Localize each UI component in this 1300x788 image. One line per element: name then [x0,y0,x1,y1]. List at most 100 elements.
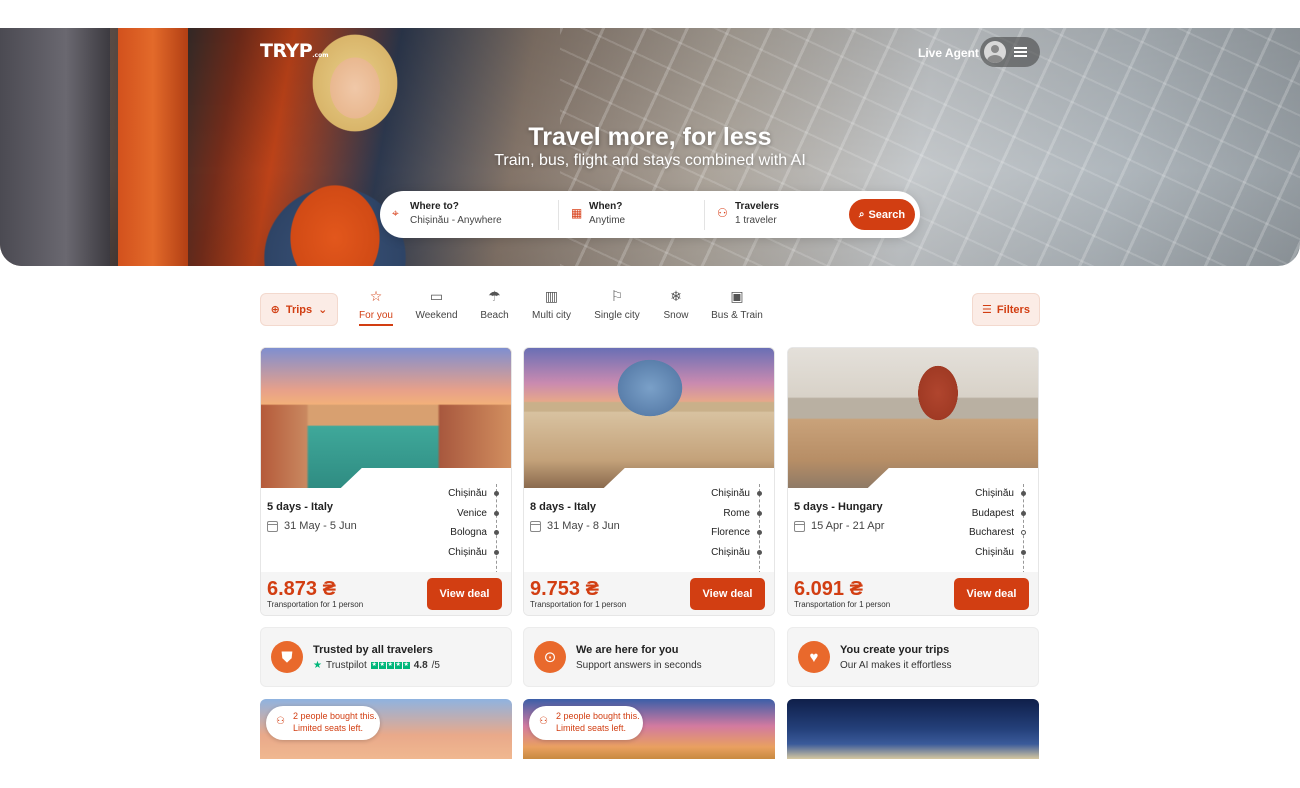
badge-line-1: 2 people bought this. [293,711,377,721]
stop-label: Rome [723,507,750,519]
tab-label: Snow [663,310,689,321]
route-stops: Chișinău Budapest Bucharest Chișinău [926,484,1026,562]
badge-icon: ⛊ [271,641,303,673]
when-value: Anytime [589,215,626,226]
view-deal-button[interactable]: View deal [690,578,765,610]
budapest-photo [788,348,1038,488]
price-note: Transportation for 1 person [794,600,891,609]
stop-dot [494,491,499,496]
deal-card[interactable]: 5 days - Italy 31 May - 5 Jun Chișinău V… [260,347,512,616]
globe-icon: ⊕ [270,304,280,316]
deal-card[interactable]: 8 days - Italy 31 May - 8 Jun Chișinău R… [523,347,775,616]
where-field[interactable]: ⌖ Where to? Chișinău - Anywhere [392,201,552,229]
view-deal-button[interactable]: View deal [427,578,502,610]
live-agent-link[interactable]: Live Agent [918,46,979,60]
tab-label: Beach [480,310,509,321]
price: 6.873 ₴ [267,578,336,600]
filters-button[interactable]: ☰ Filters [972,293,1040,326]
stop-dot [1021,549,1026,555]
route-stop: Chișinău [399,543,499,563]
trip-dates: 31 May - 8 Jun [530,520,620,532]
tab-for-you[interactable]: ☆ For you [359,287,393,326]
heart-icon: ♥ [798,641,830,673]
location-pin-icon: ⌖ [392,206,399,220]
stop-dot [1021,530,1026,535]
trip-dates-text: 31 May - 5 Jun [284,520,357,532]
stop-dot [757,510,762,516]
trustpilot-rating[interactable]: ★ Trustpilot ★ ★ ★ ★ ★ 4.8 /5 [313,660,440,671]
trips-label: Trips [285,303,313,316]
info-title: You create your trips [840,644,950,656]
stop-dot [757,549,762,555]
tab-snow[interactable]: ❄ Snow [662,287,690,321]
route-stop: Chișinău [662,484,762,504]
travelers-icon: ⚇ [717,206,728,220]
calendar-icon [530,520,541,532]
route-stop: Venice [399,504,499,524]
tab-weekend[interactable]: ▭ Weekend [414,287,459,321]
stop-label: Chișinău [448,546,487,558]
route-stop: Chișinău [926,543,1026,563]
deal-card[interactable]: 5 days - Hungary 15 Apr - 21 Apr Chișină… [787,347,1039,616]
deal-card-vienna[interactable]: ⚇ 2 people bought this. Limited seats le… [523,699,775,759]
card-footer: 6.873 ₴ Transportation for 1 person View… [261,572,511,615]
trip-dates: 31 May - 5 Jun [267,520,357,532]
hamburger-menu-icon [1014,47,1027,57]
tab-multi-city[interactable]: ▥ Multi city [530,287,573,321]
palm-icon: ☂ [488,288,501,304]
route-stop: Bucharest [926,523,1026,543]
user-menu-button[interactable] [980,37,1040,67]
stop-dot [494,530,499,535]
price: 9.753 ₴ [530,578,599,600]
buildings-icon: ▥ [544,288,559,304]
route-stop: Chișinău [399,484,499,504]
stop-dot [1021,510,1026,516]
deal-card-night[interactable] [787,699,1039,759]
route-stop: Bologna [399,523,499,543]
deal-card-paris[interactable]: ⚇ 2 people bought this. Limited seats le… [260,699,512,759]
stop-dot [1021,491,1026,496]
support-icon: ⊙ [534,641,566,673]
search-icon: ⌕ [858,209,865,220]
trustpilot-stars-icon: ★ ★ ★ ★ ★ [370,662,410,669]
stop-dot [757,491,762,496]
tab-bus-train[interactable]: ▣ Bus & Train [710,287,764,321]
tab-single-city[interactable]: ⚐ Single city [593,287,641,321]
stop-dot [757,530,762,535]
route-stops: Chișinău Venice Bologna Chișinău [399,484,499,562]
stop-label: Bucharest [968,527,1014,538]
stop-label: Budapest [971,507,1014,519]
price-note: Transportation for 1 person [530,600,627,609]
when-label: When? [589,201,623,212]
search-button[interactable]: ⌕ Search [849,199,915,230]
venice-photo [261,348,511,488]
trip-dates: 15 Apr - 21 Apr [794,520,884,532]
tab-label: For you [359,310,393,326]
site-logo[interactable]: TRYP.com [260,40,328,62]
travelers-field[interactable]: ⚇ Travelers 1 traveler [717,201,837,229]
stop-label: Bologna [450,527,487,538]
stop-label: Chișinău [975,546,1014,558]
stop-dot [494,549,499,555]
view-deal-button[interactable]: View deal [954,578,1029,610]
trust-info-box: ⛊ Trusted by all travelers ★ Trustpilot … [260,627,512,687]
stop-label: Venice [456,507,487,519]
trustpilot-label: Trustpilot [325,660,367,671]
filters-label: Filters [996,303,1030,316]
where-value: Chișinău - Anywhere [410,215,502,226]
tab-beach[interactable]: ☂ Beach [479,287,510,321]
trip-dates-text: 15 Apr - 21 Apr [811,520,885,532]
route-stops: Chișinău Rome Florence Chișinău [662,484,762,562]
trip-duration: 5 days - Italy [267,501,334,513]
stop-label: Chișinău [711,546,750,558]
trips-dropdown[interactable]: ⊕ Trips ⌄ [260,293,338,326]
tab-label: Single city [594,310,640,321]
route-stop: Budapest [926,504,1026,524]
ai-info-box: ♥ You create your trips Our AI makes it … [787,627,1039,687]
search-divider [704,200,705,230]
route-stop: Chișinău [662,543,762,563]
badge-line-1: 2 people bought this. [556,711,640,721]
calendar-icon [267,520,278,532]
search-divider [558,200,559,230]
when-field[interactable]: ▦ When? Anytime [571,201,701,229]
